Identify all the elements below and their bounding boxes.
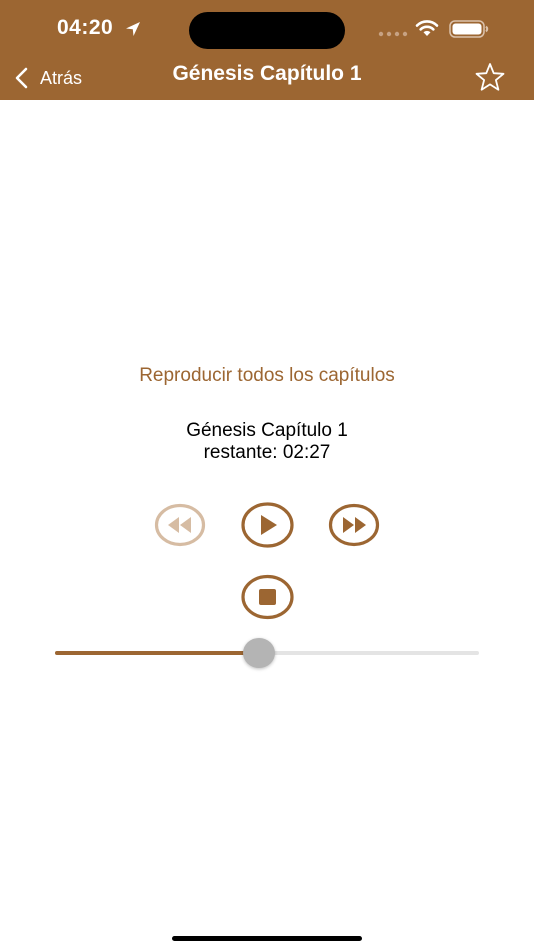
rewind-button[interactable] [154,503,206,547]
location-arrow-icon [126,22,140,36]
remaining-time: 02:27 [282,442,331,463]
play-all-chapters-link[interactable]: Reproducir todos los capítulos [0,365,534,387]
wifi-icon [415,20,439,36]
rewind-icon [168,517,191,533]
header-bar: 04:20 Atrás Génesis Capítulo 1 [0,0,534,100]
back-label: Atrás [40,67,83,88]
favorite-star-icon[interactable] [474,62,506,92]
battery-icon [449,20,489,38]
slider-fill [55,651,259,655]
playback-progress-slider[interactable] [55,636,479,670]
cellular-signal-icon [378,31,408,37]
remaining-time-row: restante: 02:27 [0,442,534,464]
back-button[interactable]: Atrás [14,63,82,93]
slider-thumb[interactable] [243,638,275,668]
chevron-left-icon [15,67,28,89]
play-button[interactable] [240,501,295,549]
play-icon [261,515,277,535]
stop-icon [259,589,276,605]
fast-forward-icon [343,517,366,533]
remaining-label: restante: [203,442,278,463]
dynamic-island [189,12,345,49]
track-title: Génesis Capítulo 1 [186,420,348,441]
status-time: 04:20 [57,16,114,39]
home-indicator [172,936,362,941]
stop-button[interactable] [240,574,295,620]
fast-forward-button[interactable] [328,503,380,547]
